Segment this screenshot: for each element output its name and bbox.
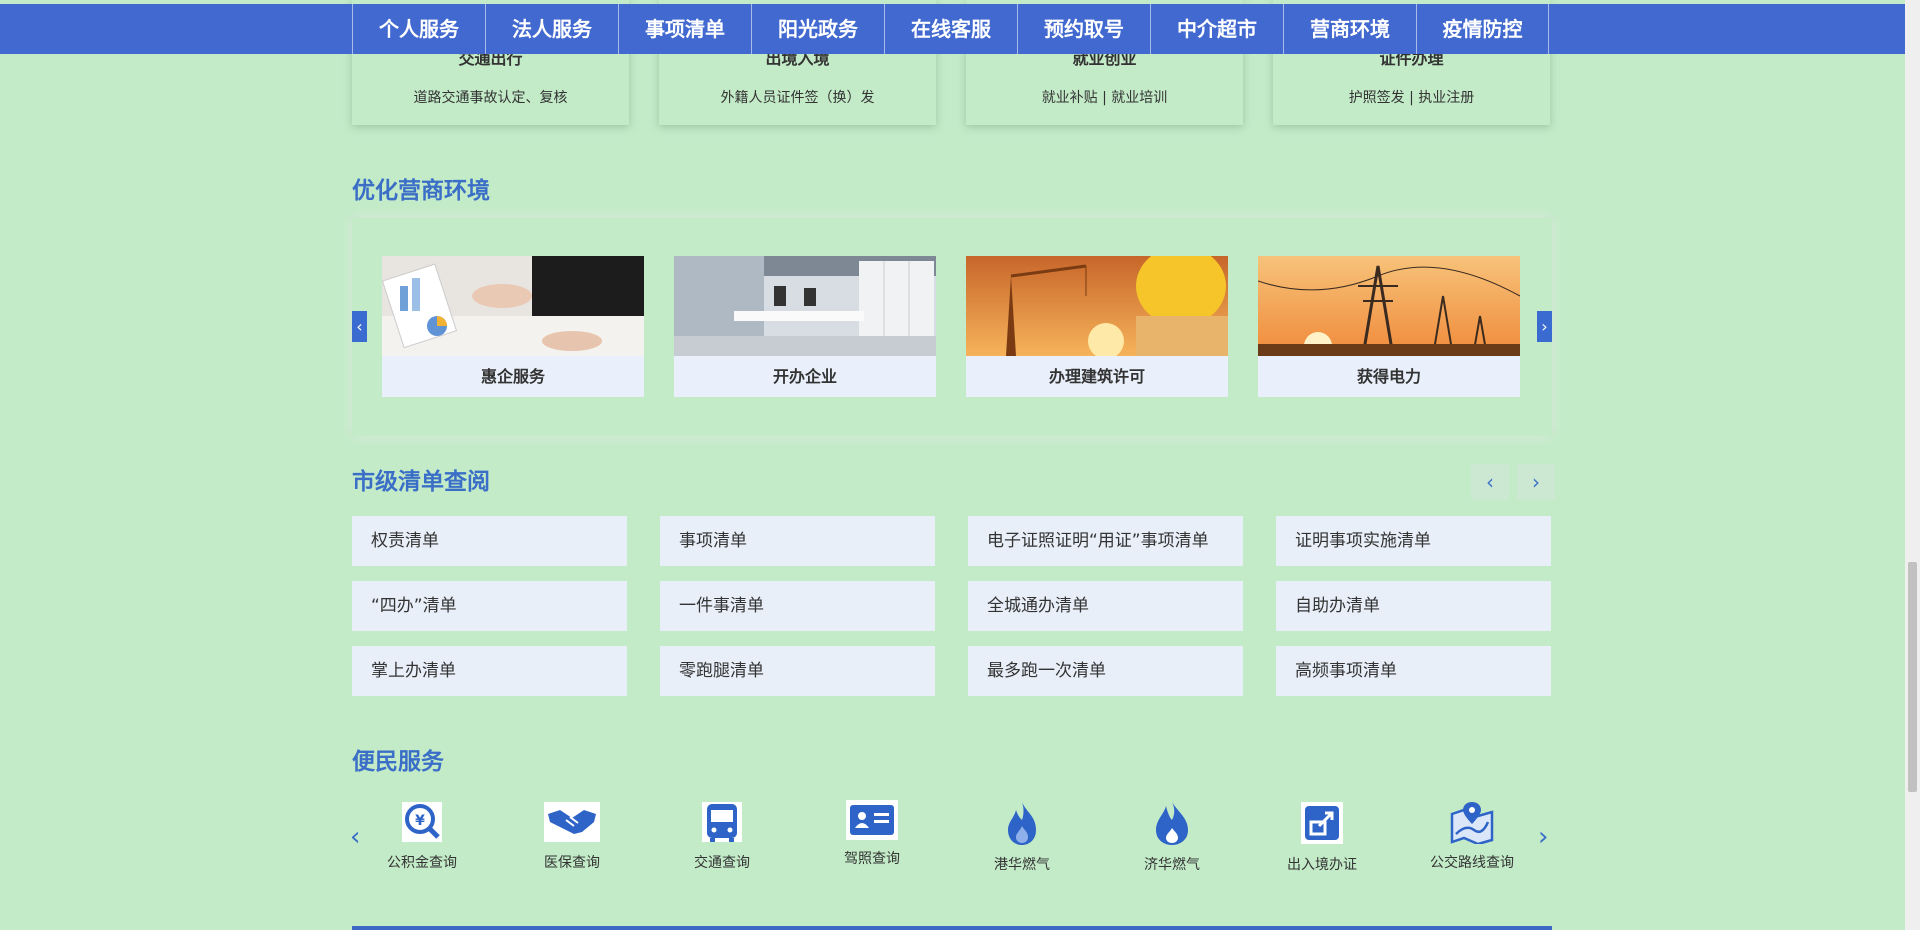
lists-next-button[interactable]: › [1517,464,1555,500]
convenience-label: 公积金查询 [387,855,457,871]
business-card[interactable]: 惠企服务 [382,256,644,397]
convenience-label: 济华燃气 [1144,857,1200,873]
convenience-section-title: 便民服务 [352,749,444,775]
business-card-label: 惠企服务 [480,367,545,386]
page-scrollbar[interactable] [1905,0,1920,930]
convenience-label: 医保查询 [544,855,600,871]
business-section-title: 优化营商环境 [352,178,490,204]
list-item[interactable]: 零跑腿清单 [660,646,935,696]
chevron-left-icon: ‹ [1486,470,1494,494]
nav-epidemic-control[interactable]: 疫情防控 [1416,4,1549,54]
map-route-icon [1450,802,1494,844]
convenience-item[interactable]: 济华燃气 [1102,800,1242,874]
business-card[interactable]: 办理建筑许可 [966,256,1228,397]
service-card-desc: 护照签发 | 执业注册 [1348,90,1475,106]
flame-icon [1156,802,1188,845]
convenience-item[interactable]: 公交路线查询 [1402,800,1542,872]
list-item[interactable]: 电子证照证明“用证”事项清单 [968,516,1243,566]
list-item[interactable]: “四办”清单 [352,581,627,631]
carousel-prev-button[interactable]: ‹ [352,311,367,342]
chevron-left-icon: ‹ [356,317,363,336]
business-card[interactable]: 获得电力 [1258,256,1520,397]
list-item[interactable]: 全城通办清单 [968,581,1243,631]
flame-icon [1008,802,1036,845]
lists-section-title: 市级清单查阅 [352,469,490,495]
nav-appointment[interactable]: 预约取号 [1017,4,1150,54]
carousel-next-button[interactable]: › [1537,311,1552,342]
convenience-item[interactable]: ¥ 公积金查询 [352,800,492,872]
list-item[interactable]: 自助办清单 [1276,581,1551,631]
convenience-label: 公交路线查询 [1430,855,1514,871]
convenience-item[interactable]: 港华燃气 [952,800,1092,874]
convenience-services: ¥ 公积金查询 医保查询 交通查询 驾照查询 港华燃气 济华燃气 出入境办证 公… [352,800,1552,900]
business-image [382,256,644,356]
nav-personal-services[interactable]: 个人服务 [352,4,485,54]
business-card[interactable]: 开办企业 [674,256,936,397]
exit-entry-icon [1301,802,1343,844]
yuan-search-icon: ¥ [402,802,442,842]
list-item[interactable]: 最多跑一次清单 [968,646,1243,696]
nav-business-environment[interactable]: 营商环境 [1283,4,1416,54]
scrollbar-thumb[interactable] [1908,562,1917,792]
convenience-label: 出入境办证 [1287,857,1357,873]
business-carousel: ‹ › 惠企服务 开办企业 办理建筑许可 获得电力 [352,218,1552,436]
service-card-desc: 道路交通事故认定、复核 [413,90,568,106]
svg-text:¥: ¥ [415,813,425,829]
list-item[interactable]: 掌上办清单 [352,646,627,696]
nav-agency-market[interactable]: 中介超市 [1150,4,1283,54]
business-image [674,256,936,356]
nav-government-affairs[interactable]: 阳光政务 [751,4,884,54]
convenience-item[interactable]: 医保查询 [502,800,642,872]
business-card-label: 开办企业 [772,367,837,386]
convenience-label: 驾照查询 [844,851,900,867]
nav-online-service[interactable]: 在线客服 [884,4,1017,54]
service-card-desc: 就业补贴 | 就业培训 [1041,90,1168,106]
top-navigation: 个人服务 法人服务 事项清单 阳光政务 在线客服 预约取号 中介超市 营商环境 … [0,4,1905,54]
convenience-item[interactable]: 交通查询 [652,800,792,872]
business-card-label: 获得电力 [1356,367,1421,386]
footer-bar-edge [352,926,1552,930]
lists-prev-button[interactable]: ‹ [1471,464,1509,500]
list-item[interactable]: 证明事项实施清单 [1276,516,1551,566]
chevron-right-icon: › [1541,317,1548,336]
list-item[interactable]: 事项清单 [660,516,935,566]
convenience-label: 交通查询 [694,855,750,871]
chevron-right-icon: › [1532,470,1540,494]
convenience-item[interactable]: 驾照查询 [802,800,942,868]
business-image [1258,256,1520,356]
list-item[interactable]: 高频事项清单 [1276,646,1551,696]
service-card-desc: 外籍人员证件签（换）发 [720,90,875,106]
id-card-icon [846,800,898,840]
business-image [966,256,1228,356]
business-card-label: 办理建筑许可 [1048,367,1145,386]
convenience-item[interactable]: 出入境办证 [1252,800,1392,874]
convenience-label: 港华燃气 [994,857,1050,873]
nav-item-list[interactable]: 事项清单 [618,4,751,54]
list-item[interactable]: 权责清单 [352,516,627,566]
list-item[interactable]: 一件事清单 [660,581,935,631]
bus-icon [702,802,742,842]
lists-grid: 权责清单 事项清单 电子证照证明“用证”事项清单 证明事项实施清单 “四办”清单… [352,516,1552,696]
nav-corporate-services[interactable]: 法人服务 [485,4,618,54]
handshake-icon [544,802,600,842]
